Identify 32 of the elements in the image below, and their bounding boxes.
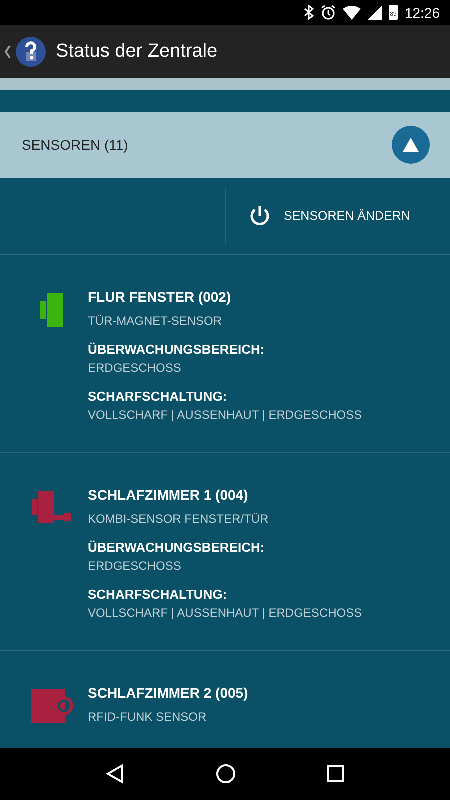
sensor-item[interactable]: SCHLAFZIMMER 1 (004) KOMBI-SENSOR FENSTER/TÜR ÜBERWACHUNGSBEREICH: ERDGESCHOSS SCHARFSCHALTUNG: VOLLSCHARF | AUSSENHAUT | ERDGESCHOSS xyxy=(0,453,450,651)
triangle-up-icon xyxy=(402,137,420,153)
recents-icon[interactable] xyxy=(326,765,345,783)
wifi-icon xyxy=(342,6,361,20)
sensor-type: TÜR-MAGNET-SENSOR xyxy=(88,314,224,328)
clock-time: 12:26 xyxy=(404,4,440,20)
home-icon[interactable] xyxy=(216,764,236,784)
sensor-item[interactable]: FLUR FENSTER (002) TÜR-MAGNET-SENSOR ÜBERWACHUNGSBEREICH: ERDGESCHOSS SCHARFSCHALTUNG: VOLLSCHARF | AUSSENHAUT | ERDGESCHOSS xyxy=(0,255,450,453)
bluetooth-icon xyxy=(304,5,314,20)
sensor-type: KOMBI-SENSOR FENSTER/TÜR xyxy=(88,512,270,526)
signal-icon xyxy=(368,6,382,20)
area-value: ERDGESCHOSS xyxy=(88,361,182,375)
sensor-name: SCHLAFZIMMER 1 (004) xyxy=(88,487,250,503)
arming-value: VOLLSCHARF | AUSSENHAUT | ERDGESCHOSS xyxy=(88,606,362,620)
arming-label: SCHARFSCHALTUNG: xyxy=(88,587,228,602)
area-label: ÜBERWACHUNGSBEREICH: xyxy=(88,540,266,555)
app-title: Status der Zentrale xyxy=(56,40,218,62)
alarm-icon xyxy=(320,5,336,20)
arming-value: VOLLSCHARF | AUSSENHAUT | ERDGESCHOSS xyxy=(88,408,362,422)
power-icon xyxy=(248,204,272,228)
back-icon[interactable] xyxy=(4,44,12,58)
arming-label: SCHARFSCHALTUNG: xyxy=(88,389,228,404)
area-value: ERDGESCHOSS xyxy=(88,559,182,573)
edit-sensors-button[interactable]: SENSOREN ÄNDERN xyxy=(225,188,450,244)
sensor-type: RFID-FUNK SENSOR xyxy=(88,710,208,724)
help-icon xyxy=(16,36,46,66)
area-label: ÜBERWACHUNGSBEREICH: xyxy=(88,342,266,357)
section-title: SENSOREN (11) xyxy=(22,137,128,153)
collapse-button[interactable] xyxy=(392,126,430,164)
sensor-name: SCHLAFZIMMER 2 (005) xyxy=(88,685,248,701)
sensor-name: FLUR FENSTER (002) xyxy=(88,289,232,305)
back-nav-icon[interactable] xyxy=(105,764,126,784)
